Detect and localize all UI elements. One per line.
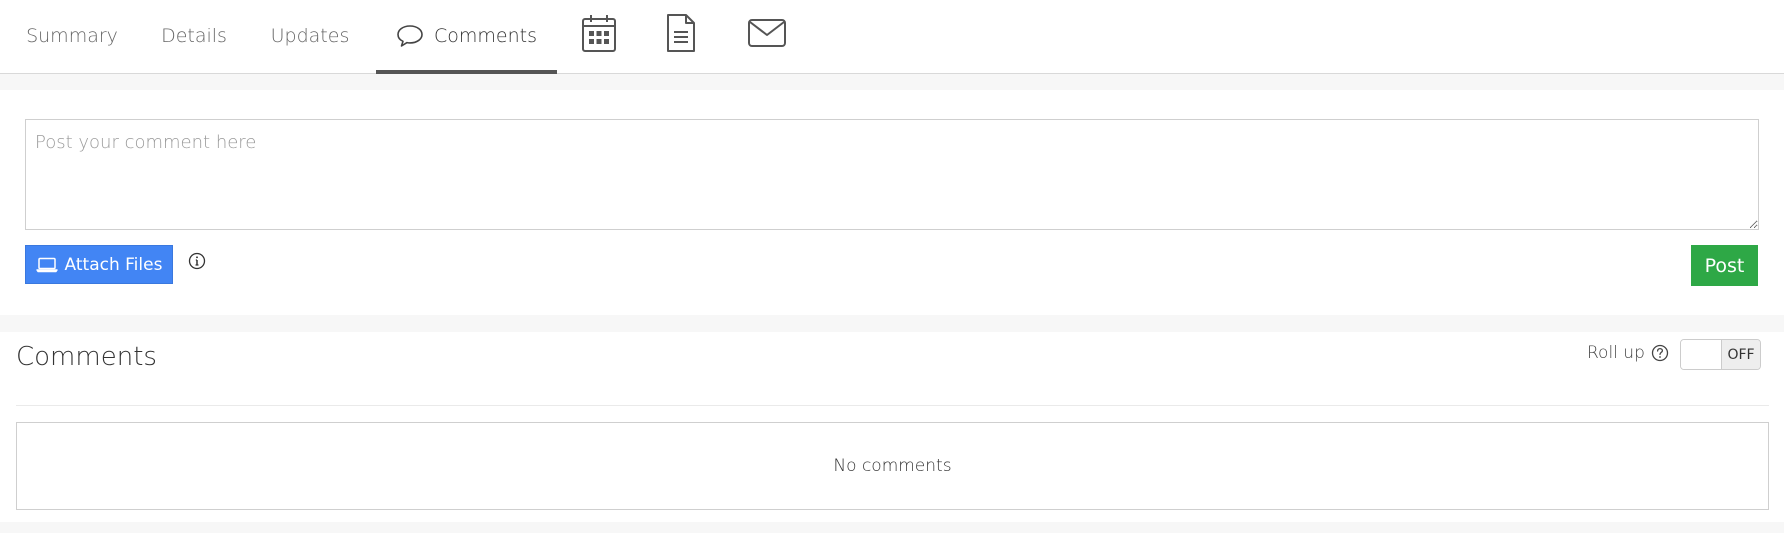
- comment-bubble-icon: [396, 23, 424, 49]
- comments-heading: Comments: [16, 342, 157, 372]
- comment-compose-panel: Attach Files Post: [0, 90, 1784, 315]
- laptop-icon: [35, 257, 58, 273]
- calendar-icon: [582, 15, 616, 52]
- help-icon[interactable]: [1650, 343, 1670, 363]
- tab-bar: Summary Details Updates Comments: [0, 0, 1784, 74]
- rollup-label: Roll up: [1587, 343, 1645, 363]
- rollup-toggle[interactable]: OFF: [1680, 339, 1761, 370]
- comments-list: No comments: [16, 422, 1769, 510]
- tab-details[interactable]: Details: [148, 0, 240, 72]
- tab-updates-label: Updates: [270, 25, 350, 47]
- tab-summary-label: Summary: [26, 25, 118, 47]
- toggle-handle: [1681, 340, 1722, 369]
- empty-comments-message: No comments: [833, 456, 952, 476]
- toggle-state-label: OFF: [1722, 340, 1760, 369]
- comment-input[interactable]: [25, 119, 1759, 230]
- tab-comments-label: Comments: [434, 25, 537, 47]
- post-button[interactable]: Post: [1691, 245, 1758, 286]
- tab-email[interactable]: [742, 10, 792, 56]
- tab-summary[interactable]: Summary: [16, 0, 128, 72]
- attach-files-button[interactable]: Attach Files: [25, 245, 173, 284]
- email-icon: [748, 19, 786, 47]
- post-label: Post: [1704, 254, 1745, 277]
- comments-section: Comments Roll up OFF No comments: [0, 332, 1784, 522]
- tab-updates[interactable]: Updates: [262, 0, 358, 72]
- tab-comments[interactable]: Comments: [376, 0, 557, 74]
- divider: [16, 405, 1769, 406]
- tab-details-label: Details: [161, 25, 227, 47]
- active-tab-indicator: [376, 70, 557, 74]
- attach-files-label: Attach Files: [64, 254, 163, 275]
- info-icon[interactable]: [187, 251, 207, 271]
- document-icon: [667, 14, 695, 52]
- tab-document[interactable]: [656, 10, 706, 56]
- tab-calendar[interactable]: [574, 10, 624, 56]
